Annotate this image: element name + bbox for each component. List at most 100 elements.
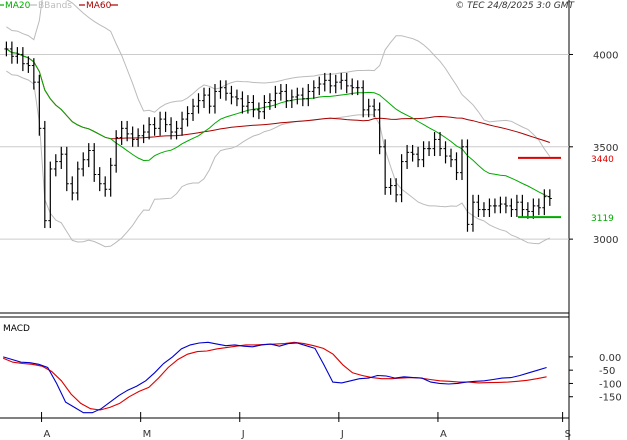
ohlc-bar: [240, 91, 245, 114]
ohlc-bar: [31, 58, 36, 90]
x-tick-label: M: [143, 429, 152, 440]
ohlc-bar: [284, 84, 289, 109]
copyright-text: © TEC 24/8/2025 3:0 GMT: [455, 1, 575, 11]
price-tick-label: 3000: [593, 235, 618, 246]
ohlc-bar: [185, 106, 190, 127]
ohlc-bar: [317, 76, 322, 96]
ohlc-bar: [20, 47, 25, 72]
stock-chart: MA20 BBands MA60 © TEC 24/8/2025 3:0 GMT…: [0, 0, 622, 440]
ohlc-bar: [443, 141, 448, 164]
ohlc-bar: [449, 148, 454, 168]
ohlc-bar: [158, 111, 163, 136]
ohlc-bar: [542, 189, 547, 216]
ohlc-bar: [481, 202, 486, 217]
ohlc-bar: [350, 78, 355, 96]
ohlc-bar: [438, 132, 443, 157]
ohlc-bar: [311, 80, 316, 99]
ohlc-bar: [536, 198, 541, 216]
x-tick-label: J: [340, 429, 344, 440]
macd-tick-label: -150: [599, 393, 622, 404]
ohlc-bar: [196, 93, 201, 114]
ohlc-bar: [421, 141, 426, 168]
ohlc-bar: [48, 161, 53, 229]
x-tick-label: A: [440, 429, 447, 440]
ohlc-bar: [476, 194, 481, 217]
ohlc-bar: [75, 161, 80, 201]
ohlc-bar: [531, 198, 536, 219]
ohlc-bar: [202, 87, 207, 109]
ohlc-bar: [108, 157, 113, 197]
price-tick-label: 3500: [593, 143, 618, 154]
ohlc-bar: [322, 72, 327, 92]
macd-label: MACD: [3, 324, 30, 334]
ohlc-bar: [520, 194, 525, 217]
ohlc-bar: [328, 72, 333, 94]
ohlc-bar: [92, 143, 97, 182]
ohlc-bar: [547, 189, 552, 206]
ohlc-bar: [119, 120, 124, 145]
ohlc-bar: [130, 126, 135, 147]
ohlc-bar: [306, 84, 311, 107]
ohlc-bar: [498, 196, 503, 214]
ohlc-bar: [399, 154, 404, 203]
ohlc-bar: [152, 117, 157, 136]
ohlc-bar: [114, 130, 119, 173]
ohlc-bar: [163, 111, 168, 133]
x-axis: AMJJAS: [0, 412, 571, 440]
macd-signal-line: [2, 341, 547, 411]
ohlc-bar: [97, 167, 102, 192]
macd-tick-label: 0.00: [599, 353, 621, 364]
ohlc-bar: [218, 80, 223, 99]
bband-lower-line: [6, 70, 551, 248]
ohlc-bar: [180, 111, 185, 136]
ohlc-bar: [191, 98, 196, 121]
ohlc-bar: [432, 132, 437, 157]
ohlc-bar: [410, 144, 415, 162]
ohlc-bar: [103, 176, 108, 197]
ohlc-bar: [295, 87, 300, 105]
ohlc-bar: [147, 117, 152, 140]
legend-label-bbands: BBands: [38, 1, 72, 11]
ohlc-bar: [15, 47, 20, 64]
ohlc-bar: [234, 89, 239, 107]
ohlc-bar: [361, 80, 366, 118]
ohlc-bar: [405, 144, 410, 169]
ohlc-bar: [223, 80, 228, 101]
ohlc-bar: [339, 72, 344, 90]
ohlc-bar: [278, 84, 283, 101]
ohlc-bar: [394, 178, 399, 203]
ohlc-bar: [459, 139, 464, 181]
ohlc-bar: [141, 124, 146, 144]
x-tick-label: A: [44, 429, 51, 440]
ohlc-bar: [174, 120, 179, 140]
macd-tick-label: -100: [599, 379, 622, 390]
ohlc-bar: [37, 74, 42, 136]
macd-line: [3, 341, 547, 414]
ohlc-bar: [509, 198, 514, 217]
ohlc-bar: [229, 85, 234, 105]
ohlc-bar: [289, 89, 294, 109]
ohlc-bar: [267, 93, 272, 110]
ohlc-bar: [514, 194, 519, 217]
ohlc-bar: [53, 154, 58, 177]
macd-tick-label: -50: [599, 366, 615, 377]
x-tick-label: J: [241, 429, 245, 440]
ohlc-bar: [207, 87, 212, 114]
ohlc-bar: [383, 139, 388, 195]
ohlc-bar: [503, 196, 508, 214]
ohlc-bar: [256, 102, 261, 120]
ohlc-bar: [487, 198, 492, 217]
legend-label-ma20: MA20: [5, 1, 31, 11]
legend: MA20 BBands MA60: [0, 1, 118, 11]
price-tick-label: 4000: [593, 50, 618, 61]
ohlc-bar: [300, 87, 305, 107]
level-marker-label: 3119: [591, 214, 614, 224]
ohlc-bar: [344, 72, 349, 94]
macd-panel: 0.00 -50 -100 -150: [2, 341, 622, 414]
x-tick-label: S: [565, 429, 571, 440]
bband-upper-line: [6, 0, 551, 157]
ohlc-bar: [333, 74, 338, 94]
ohlc-bar: [388, 178, 393, 195]
ohlc-bar: [251, 95, 256, 118]
ohlc-bar: [470, 194, 475, 232]
